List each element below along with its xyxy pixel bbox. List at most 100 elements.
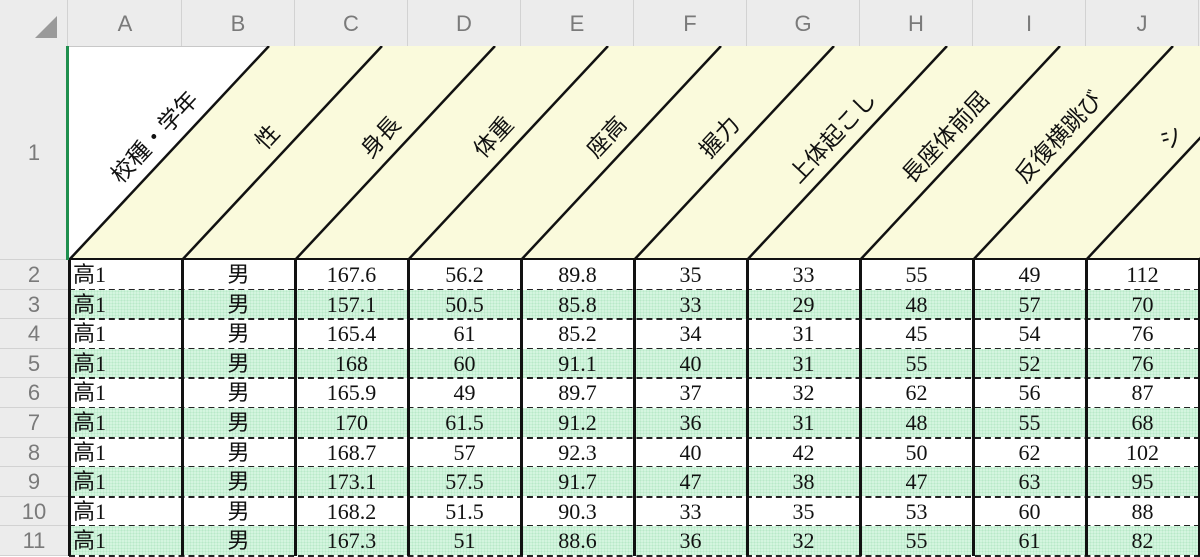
cell-d4[interactable]: 61	[408, 319, 521, 349]
cell-i6[interactable]: 56	[973, 378, 1086, 408]
row-header-8[interactable]: 8	[0, 438, 68, 468]
cell-h8[interactable]: 50	[860, 438, 973, 468]
cell-g9[interactable]: 38	[747, 467, 860, 497]
cell-b4[interactable]: 男	[182, 319, 295, 349]
cell-i9[interactable]: 63	[973, 467, 1086, 497]
cell-h10[interactable]: 53	[860, 497, 973, 527]
cell-h6[interactable]: 62	[860, 378, 973, 408]
row-header-1[interactable]: 1	[0, 46, 68, 260]
cell-f10[interactable]: 33	[634, 497, 747, 527]
cell-c9[interactable]: 173.1	[295, 467, 408, 497]
column-header-d[interactable]: D	[408, 0, 521, 46]
cell-d10[interactable]: 51.5	[408, 497, 521, 527]
cell-j11[interactable]: 82	[1086, 526, 1199, 556]
cell-b7[interactable]: 男	[182, 408, 295, 438]
cell-g4[interactable]: 31	[747, 319, 860, 349]
cell-f8[interactable]: 40	[634, 438, 747, 468]
cell-e9[interactable]: 91.7	[521, 467, 634, 497]
cell-a9[interactable]: 高1	[69, 467, 182, 497]
row-header-10[interactable]: 10	[0, 497, 68, 527]
cell-j10[interactable]: 88	[1086, 497, 1199, 527]
cell-g3[interactable]: 29	[747, 290, 860, 320]
column-header-c[interactable]: C	[295, 0, 408, 46]
cell-e4[interactable]: 85.2	[521, 319, 634, 349]
column-header-e[interactable]: E	[521, 0, 634, 46]
cell-j3[interactable]: 70	[1086, 290, 1199, 320]
cell-i3[interactable]: 57	[973, 290, 1086, 320]
cell-f7[interactable]: 36	[634, 408, 747, 438]
column-header-f[interactable]: F	[634, 0, 747, 46]
cell-h4[interactable]: 45	[860, 319, 973, 349]
cell-e2[interactable]: 89.8	[521, 260, 634, 290]
cell-b5[interactable]: 男	[182, 349, 295, 379]
row-header-11[interactable]: 11	[0, 526, 68, 556]
cell-a5[interactable]: 高1	[69, 349, 182, 379]
cell-a8[interactable]: 高1	[69, 438, 182, 468]
cell-a4[interactable]: 高1	[69, 319, 182, 349]
cell-d3[interactable]: 50.5	[408, 290, 521, 320]
cell-a10[interactable]: 高1	[69, 497, 182, 527]
cell-c7[interactable]: 170	[295, 408, 408, 438]
column-header-a[interactable]: A	[69, 0, 182, 46]
cell-e5[interactable]: 91.1	[521, 349, 634, 379]
column-header-h[interactable]: H	[860, 0, 973, 46]
row-header-9[interactable]: 9	[0, 467, 68, 497]
cell-i8[interactable]: 62	[973, 438, 1086, 468]
cell-a3[interactable]: 高1	[69, 290, 182, 320]
cell-c8[interactable]: 168.7	[295, 438, 408, 468]
cell-a2[interactable]: 高1	[69, 260, 182, 290]
cell-c11[interactable]: 167.3	[295, 526, 408, 556]
cell-i2[interactable]: 49	[973, 260, 1086, 290]
cell-d11[interactable]: 51	[408, 526, 521, 556]
cell-b3[interactable]: 男	[182, 290, 295, 320]
cell-e6[interactable]: 89.7	[521, 378, 634, 408]
cell-e11[interactable]: 88.6	[521, 526, 634, 556]
cell-g8[interactable]: 42	[747, 438, 860, 468]
cell-c10[interactable]: 168.2	[295, 497, 408, 527]
cell-d2[interactable]: 56.2	[408, 260, 521, 290]
cell-i10[interactable]: 60	[973, 497, 1086, 527]
cell-c5[interactable]: 168	[295, 349, 408, 379]
cell-b9[interactable]: 男	[182, 467, 295, 497]
cell-a11[interactable]: 高1	[69, 526, 182, 556]
row-header-7[interactable]: 7	[0, 408, 68, 438]
cell-f5[interactable]: 40	[634, 349, 747, 379]
cell-i7[interactable]: 55	[973, 408, 1086, 438]
column-header-b[interactable]: B	[182, 0, 295, 46]
cell-h11[interactable]: 55	[860, 526, 973, 556]
cell-i11[interactable]: 61	[973, 526, 1086, 556]
cell-i4[interactable]: 54	[973, 319, 1086, 349]
cell-b11[interactable]: 男	[182, 526, 295, 556]
cell-g5[interactable]: 31	[747, 349, 860, 379]
cell-g7[interactable]: 31	[747, 408, 860, 438]
cell-j9[interactable]: 95	[1086, 467, 1199, 497]
row-header-4[interactable]: 4	[0, 319, 68, 349]
cell-g6[interactable]: 32	[747, 378, 860, 408]
cell-f9[interactable]: 47	[634, 467, 747, 497]
cell-d7[interactable]: 61.5	[408, 408, 521, 438]
cell-i5[interactable]: 52	[973, 349, 1086, 379]
row-header-2[interactable]: 2	[0, 260, 68, 290]
column-header-j[interactable]: J	[1086, 0, 1199, 46]
row-header-6[interactable]: 6	[0, 378, 68, 408]
row-header-5[interactable]: 5	[0, 349, 68, 379]
cell-f11[interactable]: 36	[634, 526, 747, 556]
cell-a7[interactable]: 高1	[69, 408, 182, 438]
cell-e10[interactable]: 90.3	[521, 497, 634, 527]
cell-b6[interactable]: 男	[182, 378, 295, 408]
cell-e3[interactable]: 85.8	[521, 290, 634, 320]
cell-f3[interactable]: 33	[634, 290, 747, 320]
cell-d9[interactable]: 57.5	[408, 467, 521, 497]
cell-h3[interactable]: 48	[860, 290, 973, 320]
cell-f2[interactable]: 35	[634, 260, 747, 290]
cell-h7[interactable]: 48	[860, 408, 973, 438]
cell-f6[interactable]: 37	[634, 378, 747, 408]
cell-b2[interactable]: 男	[182, 260, 295, 290]
cell-c4[interactable]: 165.4	[295, 319, 408, 349]
cell-g10[interactable]: 35	[747, 497, 860, 527]
column-header-g[interactable]: G	[747, 0, 860, 46]
cell-c6[interactable]: 165.9	[295, 378, 408, 408]
cell-h9[interactable]: 47	[860, 467, 973, 497]
cell-j7[interactable]: 68	[1086, 408, 1199, 438]
cell-h5[interactable]: 55	[860, 349, 973, 379]
